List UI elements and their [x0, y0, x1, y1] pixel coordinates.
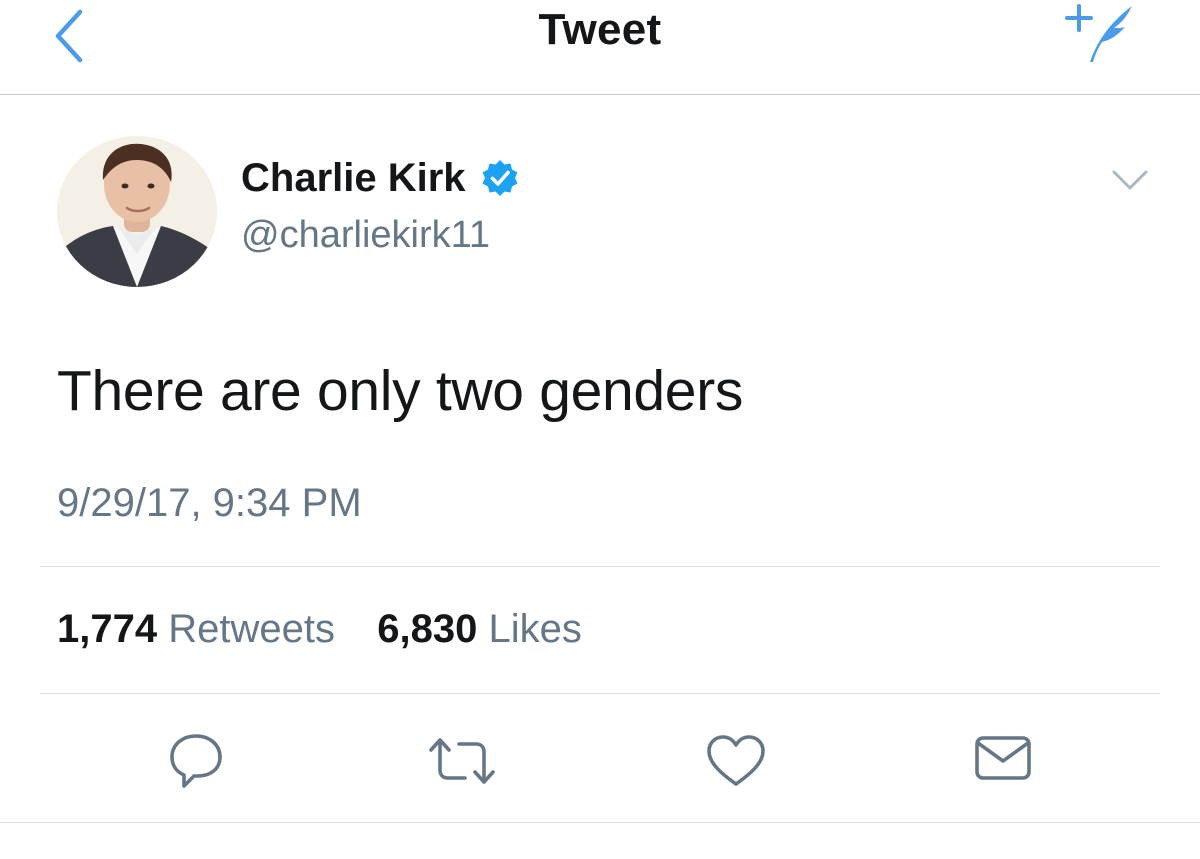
likes-stat[interactable]: 6,830 Likes [377, 607, 582, 651]
direct-message-button[interactable] [971, 730, 1041, 792]
tweet-stats: 1,774 Retweets 6,830 Likes [57, 604, 582, 654]
divider [40, 566, 1160, 567]
like-button[interactable] [703, 730, 773, 792]
retweets-label: Retweets [168, 607, 335, 651]
retweets-stat[interactable]: 1,774 Retweets [57, 607, 346, 651]
tweet-options-button[interactable] [1108, 160, 1152, 200]
like-icon [707, 735, 765, 786]
chevron-down-icon [1112, 170, 1148, 190]
reply-button[interactable] [162, 730, 232, 792]
direct-message-icon [975, 736, 1031, 780]
avatar[interactable] [57, 136, 217, 287]
tweet-text: There are only two genders [57, 359, 744, 423]
compose-tweet-button[interactable] [1062, 0, 1148, 70]
retweet-icon [429, 738, 495, 784]
author-name[interactable]: Charlie Kirk [241, 154, 466, 202]
verified-badge-icon [482, 160, 518, 196]
page-title: Tweet [538, 5, 662, 54]
author-name-row[interactable]: Charlie Kirk [241, 154, 520, 202]
likes-label: Likes [488, 607, 582, 651]
nav-bar: Tweet [0, 0, 1200, 95]
retweets-count: 1,774 [57, 607, 158, 651]
compose-tweet-icon [1065, 4, 1132, 62]
retweet-button[interactable] [427, 730, 497, 792]
divider [0, 822, 1200, 823]
tweet-timestamp: 9/29/17, 9:34 PM [57, 481, 362, 525]
reply-icon [170, 734, 222, 788]
divider [40, 693, 1160, 694]
likes-count: 6,830 [377, 607, 478, 651]
author-handle[interactable]: @charliekirk11 [241, 212, 490, 258]
